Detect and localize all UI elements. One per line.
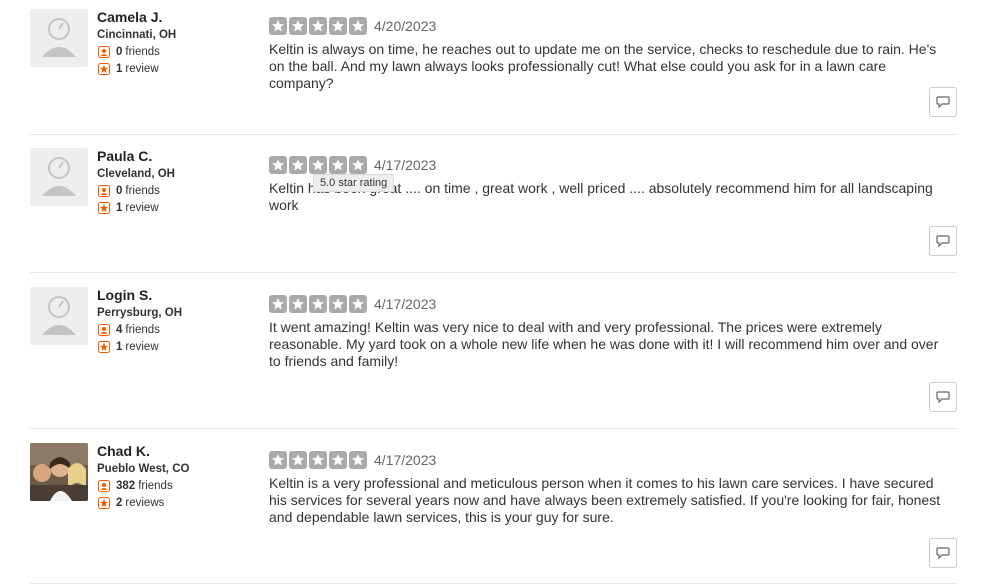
star-icon	[269, 156, 287, 174]
star-rating	[269, 156, 367, 174]
review-count: 1 review	[98, 202, 159, 214]
reviews-number: 2	[116, 497, 123, 509]
star-icon	[289, 295, 307, 313]
avatar[interactable]	[30, 148, 88, 206]
reviews-number: 1	[116, 63, 123, 75]
review-text: Keltin is a very professional and meticu…	[269, 475, 941, 526]
user-location: Cleveland, OH	[97, 168, 175, 180]
friends-count: 382 friends	[98, 480, 173, 492]
friends-number: 382	[116, 480, 136, 492]
review-star-icon	[98, 341, 110, 353]
speech-bubble-icon	[936, 235, 950, 247]
compliment-button[interactable]	[929, 382, 957, 412]
default-avatar-icon	[30, 148, 88, 206]
speech-bubble-icon	[936, 391, 950, 403]
review-date: 4/17/2023	[374, 157, 437, 173]
avatar[interactable]	[30, 9, 88, 67]
star-rating	[269, 295, 367, 313]
user-location: Cincinnati, OH	[97, 29, 177, 41]
friends-count: 0 friends	[98, 185, 160, 197]
compliment-button[interactable]	[929, 87, 957, 117]
star-icon	[269, 451, 287, 469]
review-text: Keltin is always on time, he reaches out…	[269, 41, 937, 92]
star-icon	[289, 17, 307, 35]
star-icon	[269, 17, 287, 35]
star-icon	[289, 451, 307, 469]
user-name[interactable]: Chad K.	[97, 443, 150, 459]
reviews-number: 1	[116, 341, 123, 353]
star-icon	[349, 17, 367, 35]
review-text: It went amazing! Keltin was very nice to…	[269, 319, 939, 370]
review-star-icon	[98, 63, 110, 75]
photo-avatar-icon	[30, 443, 88, 501]
friends-label: friends	[125, 46, 160, 58]
review-count: 2 reviews	[98, 497, 164, 509]
friends-number: 0	[116, 185, 123, 197]
default-avatar-icon	[30, 287, 88, 345]
star-icon	[309, 295, 327, 313]
star-rating	[269, 17, 367, 35]
review-date: 4/20/2023	[374, 18, 437, 34]
review-item: Paula C. Cleveland, OH 0 friends 1 revie…	[30, 139, 957, 273]
avatar[interactable]	[30, 443, 88, 501]
friends-count: 0 friends	[98, 46, 160, 58]
reviews-label: review	[125, 341, 159, 353]
star-icon	[269, 295, 287, 313]
friends-number: 4	[116, 324, 123, 336]
reviews-label: review	[125, 202, 159, 214]
compliment-button[interactable]	[929, 226, 957, 256]
user-name[interactable]: Camela J.	[97, 9, 162, 25]
compliment-button[interactable]	[929, 538, 957, 568]
star-icon	[329, 156, 347, 174]
default-avatar-icon	[30, 9, 88, 67]
friends-icon	[98, 185, 110, 197]
review-count: 1 review	[98, 63, 159, 75]
reviews-number: 1	[116, 202, 123, 214]
star-icon	[309, 156, 327, 174]
friends-label: friends	[125, 324, 160, 336]
friends-label: friends	[125, 185, 160, 197]
speech-bubble-icon	[936, 547, 950, 559]
user-name[interactable]: Paula C.	[97, 148, 152, 164]
star-icon	[309, 451, 327, 469]
review-item: Login S. Perrysburg, OH 4 friends 1 revi…	[30, 278, 957, 429]
review-star-icon	[98, 202, 110, 214]
star-icon	[349, 451, 367, 469]
review-date: 4/17/2023	[374, 452, 437, 468]
speech-bubble-icon	[936, 96, 950, 108]
review-date: 4/17/2023	[374, 296, 437, 312]
star-icon	[329, 17, 347, 35]
friends-icon	[98, 480, 110, 492]
star-icon	[309, 17, 327, 35]
avatar[interactable]	[30, 287, 88, 345]
rating-tooltip: 5.0 star rating	[313, 174, 395, 192]
star-icon	[289, 156, 307, 174]
review-item: Camela J. Cincinnati, OH 0 friends 1 rev…	[30, 0, 957, 135]
review-count: 1 review	[98, 341, 159, 353]
friends-icon	[98, 46, 110, 58]
star-icon	[349, 295, 367, 313]
star-rating	[269, 451, 367, 469]
friends-icon	[98, 324, 110, 336]
reviews-label: reviews	[125, 497, 165, 509]
user-name[interactable]: Login S.	[97, 287, 152, 303]
reviews-label: review	[125, 63, 159, 75]
friends-label: friends	[138, 480, 173, 492]
friends-number: 0	[116, 46, 123, 58]
friends-count: 4 friends	[98, 324, 160, 336]
user-location: Perrysburg, OH	[97, 307, 182, 319]
star-icon	[329, 295, 347, 313]
star-icon	[349, 156, 367, 174]
user-location: Pueblo West, CO	[97, 463, 190, 475]
review-item: Chad K. Pueblo West, CO 382 friends 2 re…	[30, 434, 957, 584]
star-icon	[329, 451, 347, 469]
review-star-icon	[98, 497, 110, 509]
